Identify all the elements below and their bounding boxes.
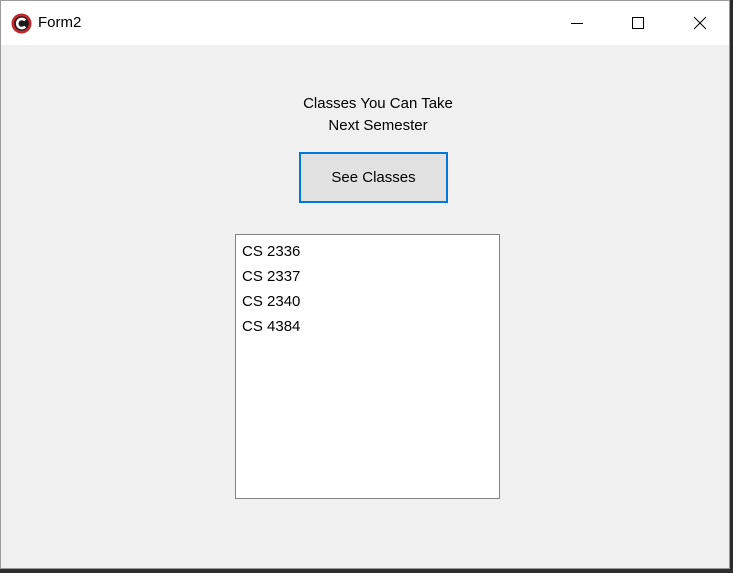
list-item[interactable]: CS 2340: [242, 289, 499, 314]
list-item[interactable]: CS 2336: [242, 239, 499, 264]
title-bar[interactable]: Form2: [1, 1, 729, 45]
maximize-icon: [632, 17, 644, 29]
heading-line-1: Classes You Can Take: [303, 95, 453, 112]
minimize-icon: [571, 23, 583, 24]
window-title: Form2: [38, 14, 82, 31]
background-desktop-bottom: [0, 569, 733, 573]
see-classes-button[interactable]: See Classes: [299, 152, 448, 203]
list-item[interactable]: CS 4384: [242, 314, 499, 339]
classes-listbox[interactable]: CS 2336 CS 2337 CS 2340 CS 4384: [235, 234, 500, 499]
close-button[interactable]: [669, 1, 729, 45]
heading-label: Classes You Can Take Next Semester: [237, 93, 519, 137]
minimize-button[interactable]: [546, 1, 608, 45]
app-logo-icon[interactable]: [11, 13, 32, 34]
maximize-button[interactable]: [607, 1, 669, 45]
list-item[interactable]: CS 2337: [242, 264, 499, 289]
heading-line-2: Next Semester: [328, 117, 428, 134]
close-icon: [693, 16, 707, 30]
form-window: Form2 Classes You Can Take Next Semester…: [0, 0, 730, 569]
form-client-area: Classes You Can Take Next Semester See C…: [1, 45, 729, 568]
